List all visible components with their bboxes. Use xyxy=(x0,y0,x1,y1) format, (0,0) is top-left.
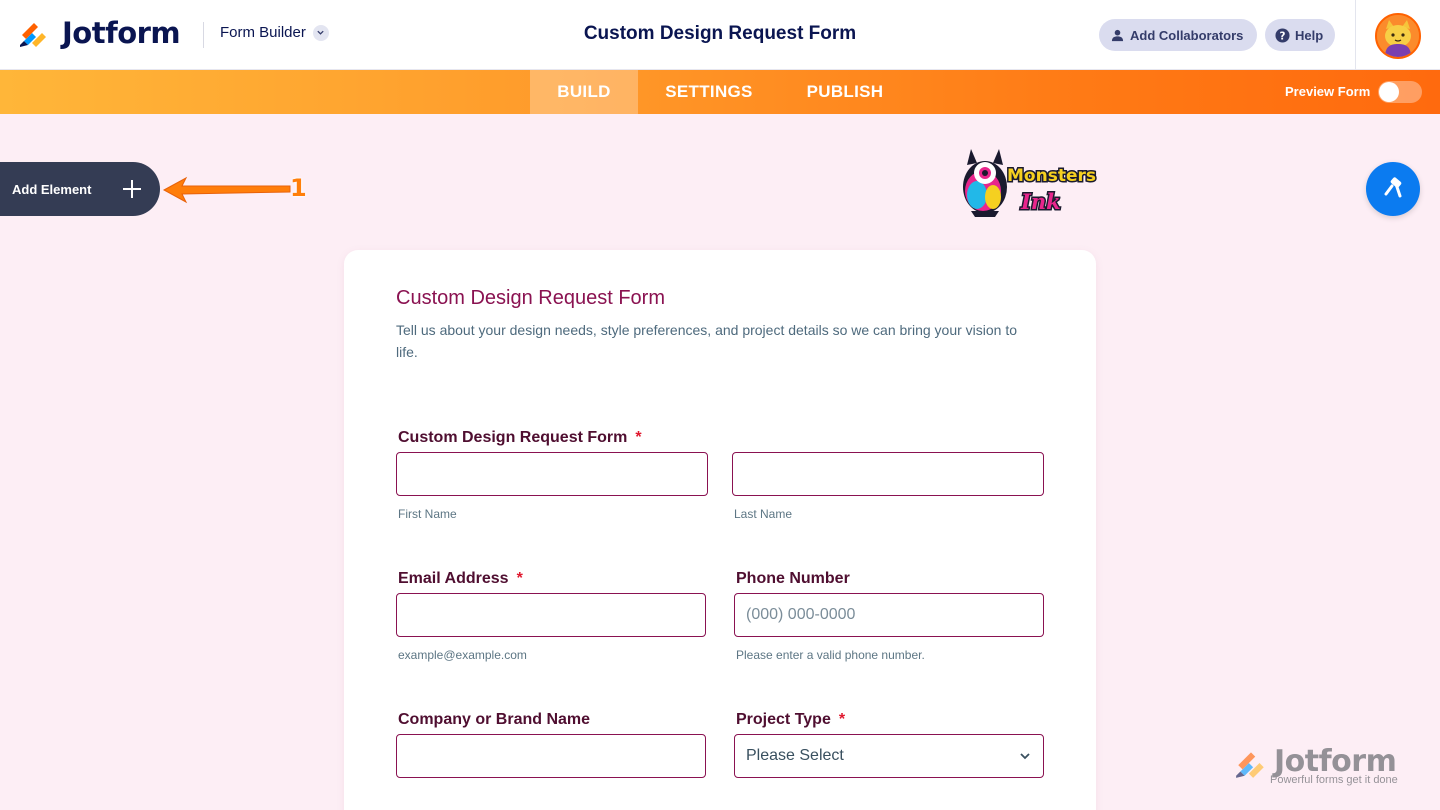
jotform-logo-icon xyxy=(20,23,46,47)
add-collaborators-button[interactable]: Add Collaborators xyxy=(1099,19,1257,51)
help-button[interactable]: ? Help xyxy=(1265,19,1335,51)
top-header: Jotform Form Builder Custom Design Reque… xyxy=(0,0,1440,70)
form-title[interactable]: Custom Design Request Form xyxy=(396,287,665,310)
required-marker: * xyxy=(516,570,523,587)
add-collaborators-label: Add Collaborators xyxy=(1130,27,1244,43)
email-sublabel: example@example.com xyxy=(398,648,527,662)
last-name-input[interactable] xyxy=(732,452,1044,496)
company-question-label[interactable]: Company or Brand Name xyxy=(398,711,590,729)
tab-build[interactable]: BUILD xyxy=(530,70,638,114)
plus-icon xyxy=(123,180,141,198)
page-title[interactable]: Custom Design Request Form xyxy=(584,23,856,44)
phone-sublabel: Please enter a valid phone number. xyxy=(736,648,925,662)
header-divider xyxy=(203,22,204,48)
phone-field[interactable]: (000) 000-0000 xyxy=(734,593,1044,637)
company-field[interactable] xyxy=(396,734,706,778)
project-type-select[interactable]: Please Select xyxy=(734,734,1044,778)
form-builder-menu[interactable]: Form Builder xyxy=(220,24,329,41)
form-description[interactable]: Tell us about your design needs, style p… xyxy=(396,319,1036,363)
avatar-icon xyxy=(1377,15,1419,57)
phone-placeholder: (000) 000-0000 xyxy=(746,606,856,623)
project-type-label-text: Project Type xyxy=(736,711,831,728)
avatar[interactable] xyxy=(1375,13,1421,59)
tab-publish[interactable]: PUBLISH xyxy=(790,70,900,114)
user-icon xyxy=(1109,27,1125,43)
jotform-watermark: Jotform Powerful forms get it done xyxy=(1234,744,1409,794)
jotform-logo-icon xyxy=(1236,752,1264,778)
paint-roller-icon xyxy=(1384,177,1402,198)
name-question-label[interactable]: Custom Design Request Form * xyxy=(398,429,642,447)
project-type-selected: Please Select xyxy=(746,747,844,764)
chevron-down-icon xyxy=(312,24,329,41)
form-designer-button[interactable] xyxy=(1366,162,1420,216)
builder-navbar: BUILD SETTINGS PUBLISH Preview Form xyxy=(0,70,1440,114)
email-field[interactable] xyxy=(396,593,706,637)
email-label-text: Email Address xyxy=(398,570,509,587)
tab-settings[interactable]: SETTINGS xyxy=(646,70,772,114)
preview-form-toggle[interactable] xyxy=(1378,81,1422,103)
toggle-knob xyxy=(1379,82,1399,102)
help-label: Help xyxy=(1295,27,1324,43)
svg-text:?: ? xyxy=(1280,30,1286,42)
annotation-number: 1 xyxy=(290,174,307,202)
email-question-label[interactable]: Email Address * xyxy=(398,570,523,588)
preview-form-label: Preview Form xyxy=(1285,84,1371,99)
form-builder-label: Form Builder xyxy=(220,24,306,41)
svg-text:Ink: Ink xyxy=(1020,189,1061,214)
phone-question-label[interactable]: Phone Number xyxy=(736,570,850,588)
project-type-question-label[interactable]: Project Type * xyxy=(736,711,845,729)
jotform-logo[interactable]: Jotform xyxy=(18,16,181,50)
svg-text:Monsters: Monsters xyxy=(1007,166,1096,186)
help-icon: ? xyxy=(1275,27,1290,43)
required-marker: * xyxy=(635,429,642,446)
name-label-text: Custom Design Request Form xyxy=(398,429,628,446)
monsters-ink-logo: Monsters Ink xyxy=(963,149,1097,217)
required-marker: * xyxy=(838,711,846,728)
header-divider-right xyxy=(1355,0,1356,70)
form-card: Custom Design Request Form Tell us about… xyxy=(344,250,1096,810)
watermark-tagline: Powerful forms get it done xyxy=(1270,774,1398,786)
last-name-sublabel: Last Name xyxy=(734,507,793,521)
brand-name: Jotform xyxy=(62,16,181,50)
first-name-input[interactable] xyxy=(396,452,708,496)
first-name-sublabel: First Name xyxy=(398,507,457,521)
chevron-down-icon xyxy=(1020,753,1030,760)
add-element-button[interactable]: Add Element xyxy=(0,162,160,216)
add-element-label: Add Element xyxy=(12,181,92,197)
arrow-annotation-icon xyxy=(162,176,291,204)
